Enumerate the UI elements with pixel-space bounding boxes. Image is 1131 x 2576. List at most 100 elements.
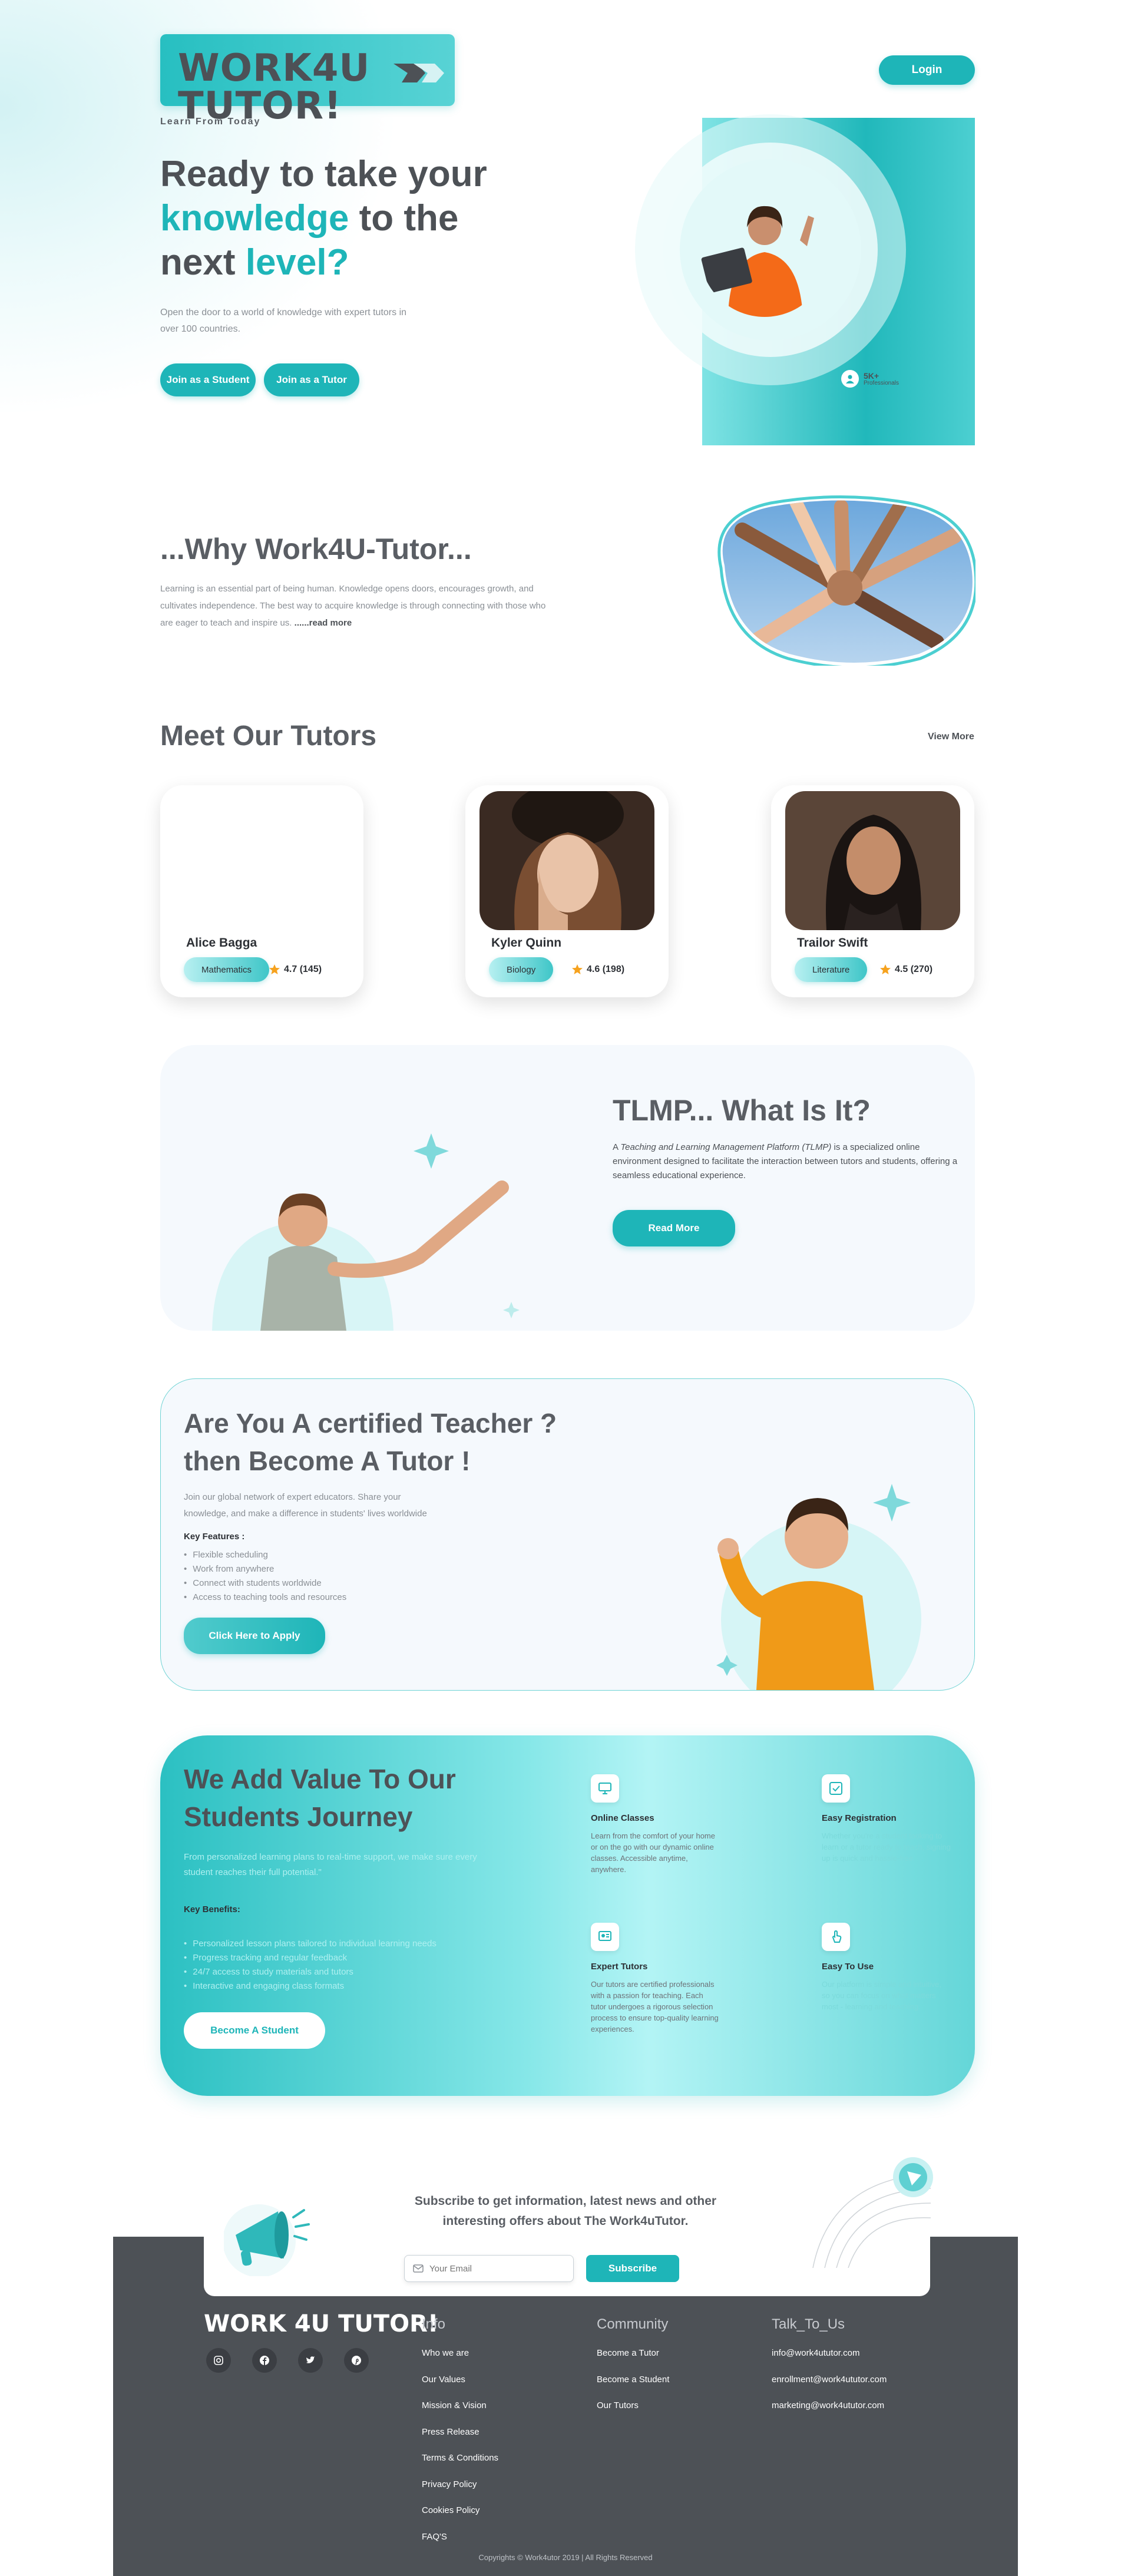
become-student-button[interactable]: Become A Student xyxy=(184,2012,325,2049)
tutor-card[interactable]: Alice Bagga Mathematics 4.7 (145) xyxy=(160,785,363,997)
social-links xyxy=(206,2348,369,2373)
twitter-icon[interactable] xyxy=(298,2348,323,2373)
tutors-title: Meet Our Tutors xyxy=(160,720,377,752)
footer-link[interactable]: Our Tutors xyxy=(597,2400,669,2427)
tutor-card[interactable]: Kyler Quinn Biology 4.6 (198) xyxy=(465,785,669,997)
footer-link[interactable]: Become a Tutor xyxy=(597,2348,669,2375)
mail-icon xyxy=(413,2264,424,2273)
tutor-photo xyxy=(785,791,960,930)
join-student-button[interactable]: Join as a Student xyxy=(160,363,256,396)
list-item: Connect with students worldwide xyxy=(184,1576,346,1590)
footer-link[interactable]: Press Release xyxy=(422,2427,498,2453)
apply-button[interactable]: Click Here to Apply xyxy=(184,1618,325,1654)
email-field[interactable] xyxy=(404,2255,574,2282)
footer-community-title: Community xyxy=(597,2316,669,2332)
email-input[interactable] xyxy=(429,2263,559,2274)
tutor-photo xyxy=(479,791,654,930)
excited-man-image xyxy=(716,1484,921,1690)
key-features-label: Key Features : xyxy=(184,1532,245,1542)
key-features-list: Flexible scheduling Work from anywhere C… xyxy=(184,1548,346,1605)
tutor-photo xyxy=(174,791,349,930)
star-icon xyxy=(572,964,583,974)
list-item: Interactive and engaging class formats xyxy=(184,1979,436,1993)
hero-subtitle: Open the door to a world of knowledge wi… xyxy=(160,307,407,334)
hero-student-image xyxy=(700,187,829,317)
subject-badge: Literature xyxy=(795,957,868,982)
subject-badge: Mathematics xyxy=(184,957,270,982)
why-text: Learning is an essential part of being h… xyxy=(160,584,546,628)
decorative-arcs xyxy=(812,2157,933,2268)
feature-easy-to-use: Easy To Use Our platform is simple and i… xyxy=(822,1923,951,2012)
pointing-man-image xyxy=(212,1133,520,1331)
value-title: We Add Value To Our Students Journey xyxy=(184,1764,456,1832)
footer-link[interactable]: Cookies Policy xyxy=(422,2505,498,2532)
stat-label: Professionals xyxy=(864,379,899,386)
expert-icon xyxy=(591,1923,619,1951)
list-item: Progress tracking and regular feedback xyxy=(184,1951,436,1965)
become-tutor-subtitle: Join our global network of expert educat… xyxy=(184,1492,427,1519)
footer-link[interactable]: Privacy Policy xyxy=(422,2479,498,2506)
read-more-button[interactable]: Read More xyxy=(613,1210,735,1246)
footer-info-title: Info xyxy=(422,2316,446,2332)
footer-link[interactable]: Terms & Conditions xyxy=(422,2453,498,2479)
footer-contact-title: Talk_To_Us xyxy=(772,2316,845,2332)
footer-email-link[interactable]: enrollment@work4ututor.com xyxy=(772,2375,887,2401)
value-subtitle: From personalized learning plans to real… xyxy=(184,1852,477,1877)
tagline: Learn From Today xyxy=(160,117,261,127)
megaphone-icon xyxy=(224,2204,310,2276)
why-title: ...Why Work4U-Tutor... xyxy=(160,533,472,566)
copyright: Copyrights © Work4utor 2019 | All Rights… xyxy=(478,2553,653,2562)
feature-expert-tutors: Expert Tutors Our tutors are certified p… xyxy=(591,1923,720,2035)
footer-contact-column: Talk_To_Us info@work4ututor.com enrollme… xyxy=(772,2316,887,2427)
key-benefits-list: Personalized lesson plans tailored to in… xyxy=(184,1937,436,1993)
tutor-rating: 4.5 (270) xyxy=(879,964,932,975)
hands-together-image xyxy=(717,495,975,666)
become-tutor-title: Are You A certified Teacher ? then Becom… xyxy=(184,1408,557,1476)
feature-online-classes: Online Classes Learn from the comfort of… xyxy=(591,1774,720,1875)
footer-info-column: Info Who we are Our Values Mission & Vis… xyxy=(422,2316,498,2558)
feature-easy-registration: Easy Registration Whether you're a stude… xyxy=(822,1774,951,1864)
list-item: Work from anywhere xyxy=(184,1562,346,1576)
join-tutor-button[interactable]: Join as a Tutor xyxy=(264,363,359,396)
footer-link[interactable]: Who we are xyxy=(422,2348,498,2375)
footer-link[interactable]: Mission & Vision xyxy=(422,2400,498,2427)
professionals-stat: 5K+ Professionals xyxy=(841,370,899,388)
tutor-rating: 4.7 (145) xyxy=(269,964,322,975)
footer-email-link[interactable]: info@work4ututor.com xyxy=(772,2348,887,2375)
tlmp-title: TLMP... What Is It? xyxy=(613,1094,871,1127)
tutor-card[interactable]: Trailor Swift Literature 4.5 (270) xyxy=(771,785,974,997)
logo-stripes-icon xyxy=(393,64,444,82)
footer-link[interactable]: Our Values xyxy=(422,2375,498,2401)
tutor-name: Alice Bagga xyxy=(186,936,257,950)
read-more-link[interactable]: ......read more xyxy=(295,618,352,628)
footer-email-link[interactable]: marketing@work4ututor.com xyxy=(772,2400,887,2427)
monitor-icon xyxy=(591,1774,619,1803)
user-icon xyxy=(841,370,859,388)
star-icon xyxy=(880,964,891,974)
tlmp-section xyxy=(160,1045,975,1331)
footer-link[interactable]: Become a Student xyxy=(597,2375,669,2401)
tutor-name: Kyler Quinn xyxy=(491,936,562,950)
hero-title: Ready to take your knowledge to the next… xyxy=(160,154,487,283)
touch-icon xyxy=(822,1923,850,1951)
stat-number: 5K+ xyxy=(864,371,879,381)
tutor-rating: 4.6 (198) xyxy=(571,964,624,975)
instagram-icon[interactable] xyxy=(206,2348,231,2373)
footer-community-column: Community Become a Tutor Become a Studen… xyxy=(597,2316,669,2427)
list-item: 24/7 access to study materials and tutor… xyxy=(184,1965,436,1979)
login-button[interactable]: Login xyxy=(879,55,975,85)
site-logo[interactable]: WORK4U TUTOR! xyxy=(160,34,455,125)
registration-icon xyxy=(822,1774,850,1803)
subscribe-title: Subscribe to get information, latest new… xyxy=(414,2194,717,2228)
key-benefits-label: Key Benefits: xyxy=(184,1904,240,1914)
subscribe-button[interactable]: Subscribe xyxy=(586,2255,679,2282)
tlmp-text: A Teaching and Learning Management Platf… xyxy=(613,1142,958,1180)
pinterest-icon[interactable] xyxy=(344,2348,369,2373)
footer-logo[interactable]: WORK 4U TUTOR! xyxy=(204,2312,438,2336)
facebook-icon[interactable] xyxy=(252,2348,277,2373)
tutor-name: Trailor Swift xyxy=(797,936,868,950)
list-item: Flexible scheduling xyxy=(184,1548,346,1562)
star-icon xyxy=(269,964,280,974)
view-more-link[interactable]: View More xyxy=(928,732,974,742)
list-item: Access to teaching tools and resources xyxy=(184,1590,346,1605)
